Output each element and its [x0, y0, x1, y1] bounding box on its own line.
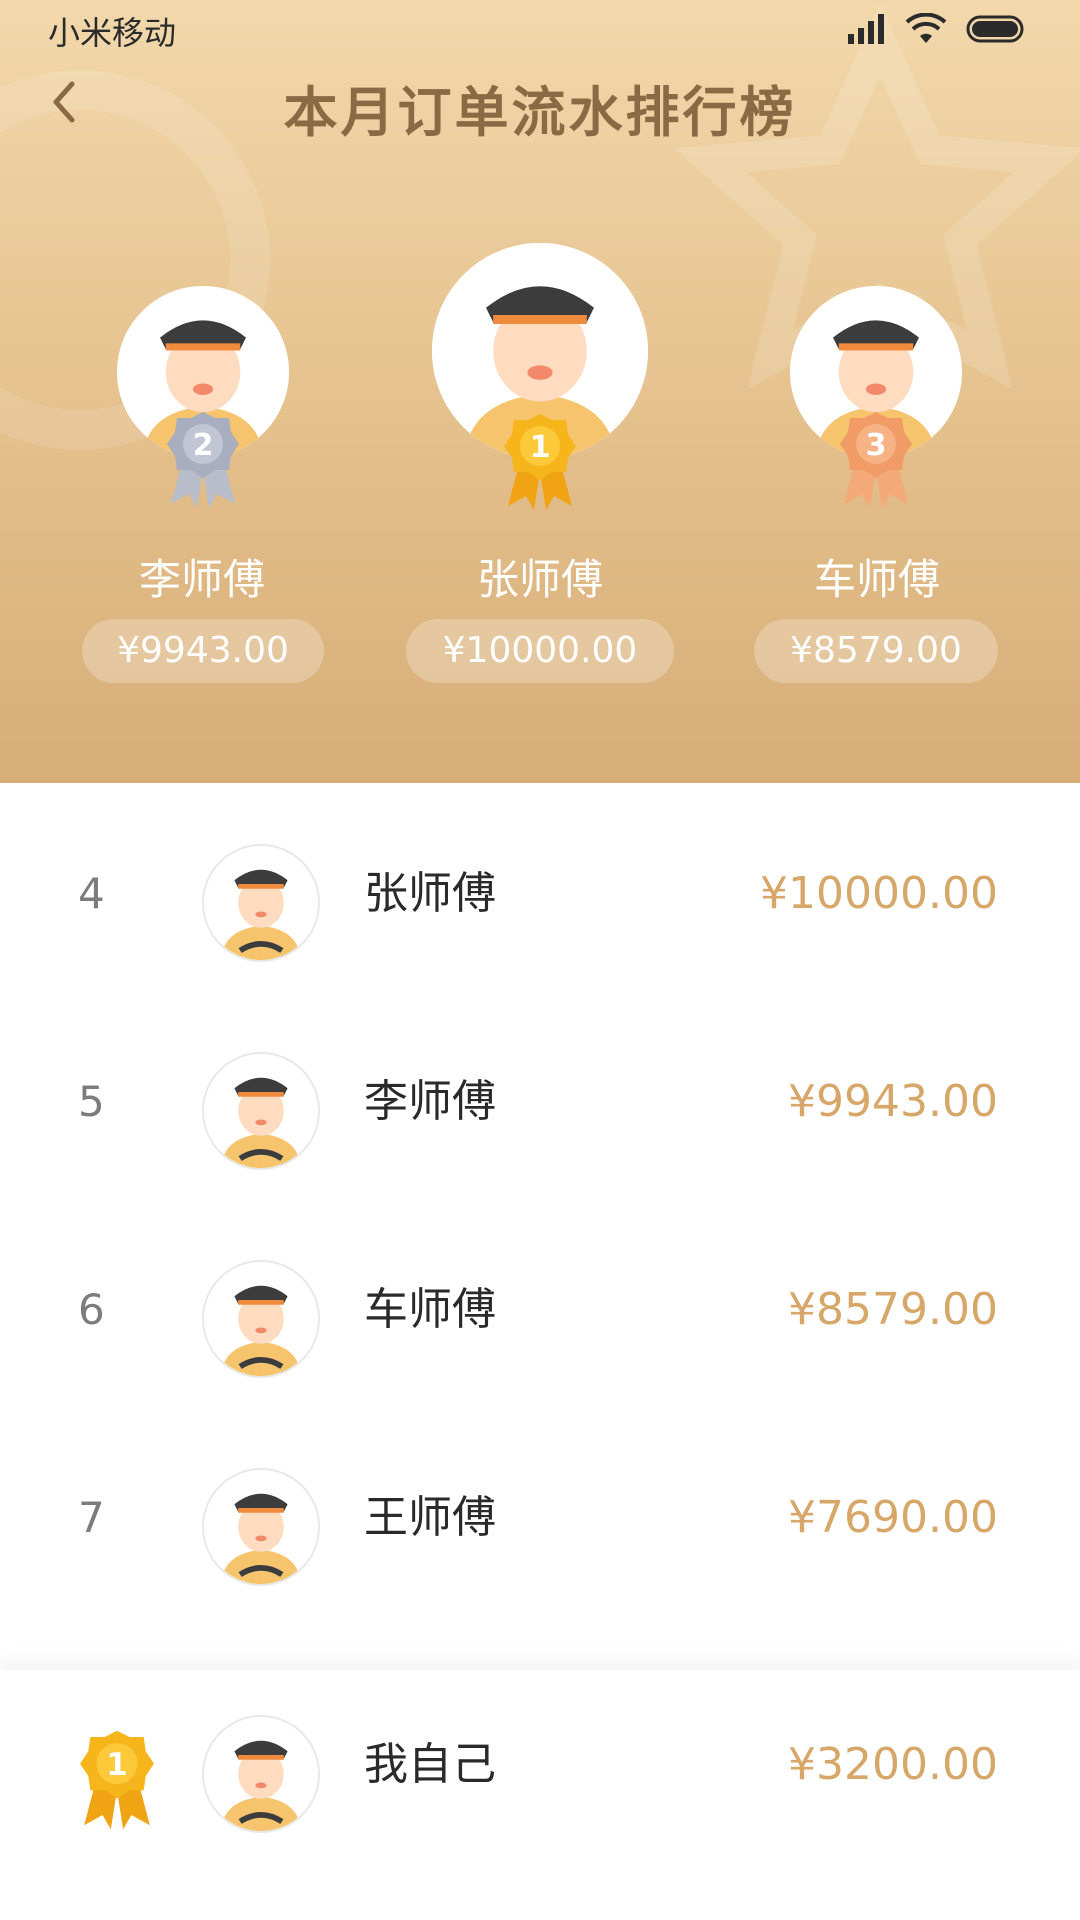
podium-amount-1: ¥10000.00 [406, 619, 674, 683]
driver-name: 张师傅 [364, 868, 496, 919]
status-icons [846, 12, 1028, 46]
wifi-icon [905, 13, 947, 43]
status-bar: 小米移动 [0, 0, 1080, 56]
list-item[interactable]: 6 车师傅 ¥8579.00 [0, 1206, 1080, 1414]
my-ranking-bar[interactable]: 1 我自己 ¥3200.00 [0, 1670, 1080, 1920]
podium-rank-2: 2 [193, 428, 214, 463]
driver-amount: ¥7690.00 [788, 1492, 998, 1543]
list-item[interactable]: 5 李师傅 ¥9943.00 [0, 998, 1080, 1206]
rank-number: 6 [78, 1285, 105, 1334]
podium-name-2: 李师傅 [138, 555, 265, 604]
driver-avatar-icon [204, 1262, 318, 1376]
driver-avatar-icon [204, 1717, 318, 1831]
driver-avatar-icon [204, 1470, 318, 1584]
avatar [202, 1715, 320, 1833]
signal-icon [848, 14, 884, 44]
medal-bronze-icon: 3 [840, 412, 912, 508]
carrier-label: 小米移动 [48, 14, 177, 52]
driver-avatar-icon [204, 846, 318, 960]
podium-amount-2: ¥9943.00 [82, 619, 324, 683]
my-name: 我自己 [364, 1739, 496, 1790]
my-amount: ¥3200.00 [788, 1739, 998, 1790]
ranking-header: 小米移动 本月订单流水排行榜 2 李师傅 ¥9943.00 1 张师傅 ¥100… [0, 0, 1080, 783]
podium-rank-3: 3 [866, 428, 887, 463]
driver-name: 李师傅 [364, 1076, 496, 1127]
nav-bar: 本月订单流水排行榜 [0, 56, 1080, 146]
driver-amount: ¥9943.00 [788, 1076, 998, 1127]
avatar [202, 1468, 320, 1586]
driver-amount: ¥8579.00 [788, 1284, 998, 1335]
driver-name: 王师傅 [364, 1492, 496, 1543]
rank-number: 7 [78, 1493, 105, 1542]
medal-gold-icon: 1 [80, 1730, 154, 1830]
rank-number: 5 [78, 1077, 105, 1126]
avatar [202, 1260, 320, 1378]
list-item[interactable]: 4 张师傅 ¥10000.00 [0, 790, 1080, 998]
avatar [202, 1052, 320, 1170]
rank-number: 4 [78, 869, 105, 918]
podium-name-3: 车师傅 [813, 555, 940, 604]
medal-silver-icon: 2 [167, 412, 239, 508]
my-rank-number: 1 [106, 1747, 127, 1783]
podium-rank-1: 1 [530, 430, 551, 465]
battery-icon [966, 15, 1024, 43]
driver-amount: ¥10000.00 [760, 868, 998, 919]
driver-name: 车师傅 [364, 1284, 496, 1335]
page-title: 本月订单流水排行榜 [283, 81, 797, 144]
podium-name-1: 张师傅 [476, 555, 603, 604]
list-item[interactable]: 7 王师傅 ¥7690.00 [0, 1414, 1080, 1622]
medal-gold-icon: 1 [504, 414, 576, 510]
podium-amount-3: ¥8579.00 [754, 619, 998, 683]
avatar [202, 844, 320, 962]
driver-avatar-icon [204, 1054, 318, 1168]
